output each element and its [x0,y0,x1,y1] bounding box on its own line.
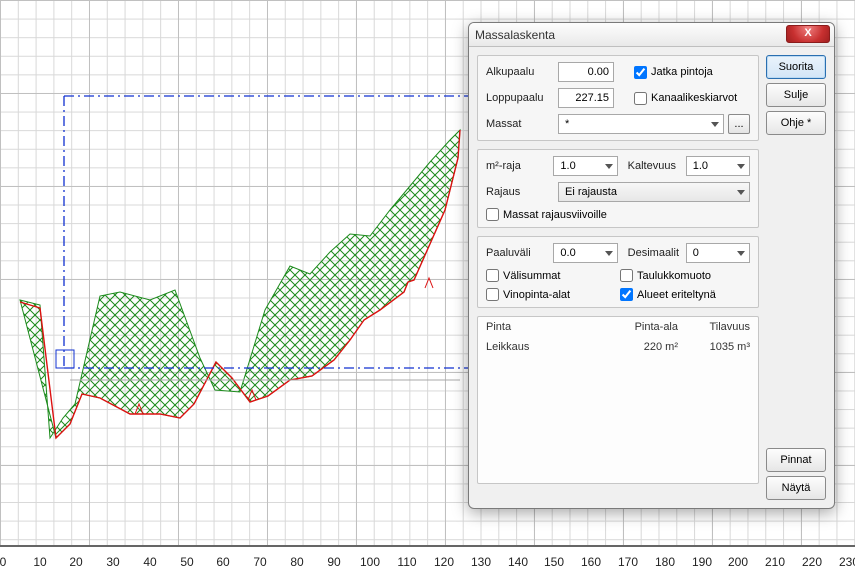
x-tick: 190 [692,555,712,569]
x-tick: 10 [33,555,46,569]
channel-avg-checkbox[interactable]: Kanaalikeskiarvot [634,92,737,105]
show-button[interactable]: Näytä [766,476,826,500]
panel-output: Paaluväli 0.0 Desimaalit 0 Välisummat [477,236,759,308]
x-tick: 110 [397,555,416,569]
x-tick: 220 [802,555,822,569]
x-tick: 0 [0,555,6,569]
subtotals-box[interactable] [486,269,499,282]
x-tick: 40 [143,555,156,569]
x-tick: 200 [728,555,748,569]
continue-surfaces-label: Jatka pintoja [651,66,713,78]
x-tick: 70 [253,555,266,569]
x-tick: 130 [471,555,491,569]
x-axis-line [0,545,855,547]
masses-to-boundary-label: Massat rajausviivoille [503,209,607,221]
end-station-label: Loppupaalu [486,92,554,104]
x-tick: 230 [839,555,855,569]
panel-limits: m²-raja 1.0 Kaltevuus 1.0 Rajaus Ei raja… [477,149,759,228]
x-tick: 20 [69,555,82,569]
areas-itemized-label: Alueet eriteltynä [637,289,716,301]
masses-value: * [565,118,569,130]
chevron-down-icon [711,122,719,127]
x-tick: 30 [106,555,119,569]
x-tick: 150 [544,555,564,569]
x-tick: 140 [508,555,528,569]
dialog-title: Massalaskenta [475,28,555,42]
areas-itemized-checkbox[interactable]: Alueet eriteltynä [620,288,716,301]
table-format-checkbox[interactable]: Taulukkomuoto [620,269,711,282]
chevron-down-icon [737,251,745,256]
chevron-down-icon [605,164,613,169]
continue-surfaces-checkbox[interactable]: Jatka pintoja [634,66,713,79]
panel-range: Alkupaalu Jatka pintoja Loppupaalu Kanaa… [477,55,759,141]
x-tick: 120 [434,555,454,569]
m2-limit-combo[interactable]: 1.0 [553,156,617,176]
masses-label: Massat [486,118,554,130]
x-tick: 60 [216,555,229,569]
bounding-combo[interactable]: Ei rajausta [558,182,750,202]
m2-limit-label: m²-raja [486,160,549,172]
chevron-down-icon [737,164,745,169]
surfaces-button[interactable]: Pinnat [766,448,826,472]
row-volume: 1035 m³ [678,341,750,353]
row-name: Leikkaus [486,341,606,353]
x-tick: 90 [327,555,340,569]
titlebar[interactable]: Massalaskenta X [469,23,834,47]
station-interval-combo[interactable]: 0.0 [553,243,617,263]
col-surface: Pinta [486,321,606,333]
x-tick: 160 [581,555,601,569]
x-tick: 170 [618,555,638,569]
slope-value: 1.0 [693,160,708,172]
row-area: 220 m² [606,341,678,353]
decimals-combo[interactable]: 0 [686,243,750,263]
bounding-value: Ei rajausta [565,186,617,198]
results-table: Pinta Pinta-ala Tilavuus Leikkaus 220 m²… [477,316,759,484]
close-icon[interactable]: X [786,25,830,43]
chevron-down-icon [737,190,745,195]
masses-to-boundary-checkbox[interactable]: Massat rajausviivoille [486,208,607,221]
x-tick: 100 [360,555,380,569]
end-station-input[interactable] [558,88,614,108]
chevron-down-icon [605,251,613,256]
x-tick: 180 [655,555,675,569]
channel-avg-label: Kanaalikeskiarvot [651,92,737,104]
table-format-box[interactable] [620,269,633,282]
channel-avg-box[interactable] [634,92,647,105]
slant-areas-box[interactable] [486,288,499,301]
slope-combo[interactable]: 1.0 [686,156,750,176]
x-tick: 80 [290,555,303,569]
masses-to-boundary-box[interactable] [486,208,499,221]
table-format-label: Taulukkomuoto [637,270,711,282]
m2-limit-value: 1.0 [560,160,575,172]
mass-calc-dialog: Massalaskenta X Alkupaalu Jatka pintoja … [468,22,835,509]
x-tick: 50 [180,555,193,569]
continue-surfaces-box[interactable] [634,66,647,79]
table-row: Leikkaus 220 m² 1035 m³ [486,341,750,353]
x-tick: 210 [765,555,785,569]
station-interval-label: Paaluväli [486,247,549,259]
decimals-value: 0 [693,247,699,259]
areas-itemized-box[interactable] [620,288,633,301]
browse-button[interactable]: ... [728,114,750,134]
col-volume: Tilavuus [678,321,750,333]
help-button[interactable]: Ohje * [766,111,826,135]
slant-areas-checkbox[interactable]: Vinopinta-alat [486,288,616,301]
close-button[interactable]: Sulje [766,83,826,107]
slope-label: Kaltevuus [628,160,682,172]
bounding-label: Rajaus [486,186,554,198]
subtotals-label: Välisummat [503,270,560,282]
col-area: Pinta-ala [606,321,678,333]
decimals-label: Desimaalit [628,247,682,259]
subtotals-checkbox[interactable]: Välisummat [486,269,616,282]
masses-combo[interactable]: * [558,114,724,134]
start-station-label: Alkupaalu [486,66,554,78]
run-button[interactable]: Suorita [766,55,826,79]
start-station-input[interactable] [558,62,614,82]
slant-areas-label: Vinopinta-alat [503,289,570,301]
station-interval-value: 0.0 [560,247,575,259]
